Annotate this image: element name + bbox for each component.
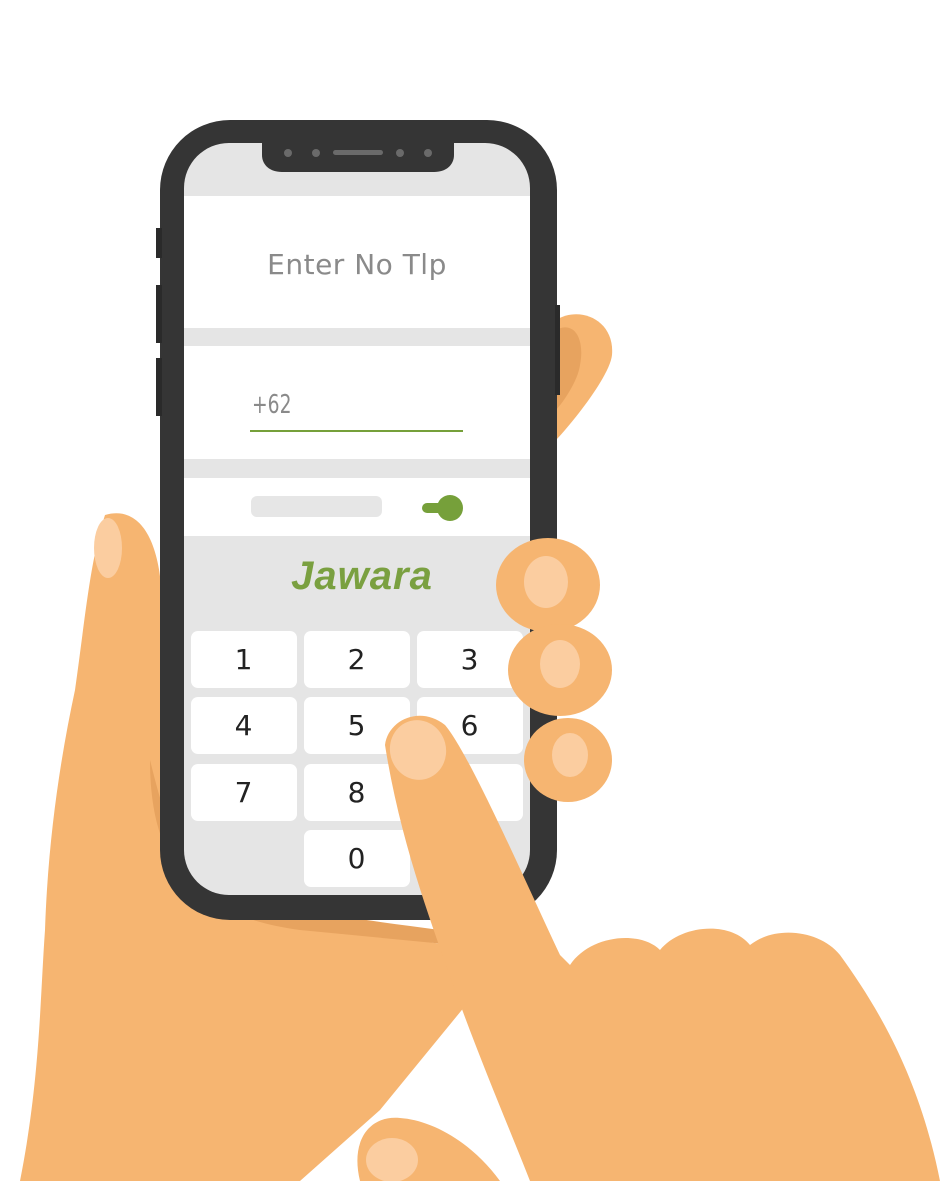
fingers-overlay — [357, 538, 940, 1181]
bottom-thumb-nail — [366, 1138, 418, 1181]
pointing-hand — [385, 715, 940, 1181]
grip-finger-2 — [508, 624, 612, 716]
grip-finger-3 — [524, 718, 612, 802]
grip-finger-1 — [496, 538, 600, 632]
